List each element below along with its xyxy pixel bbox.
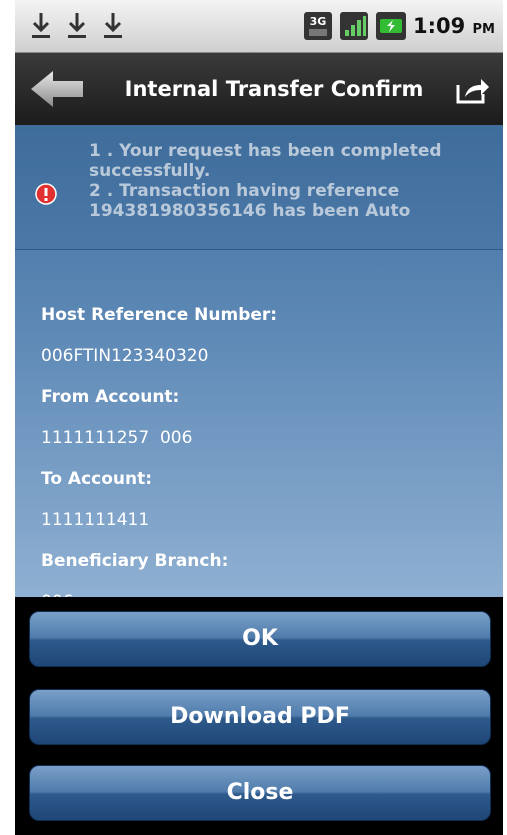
page-title: Internal Transfer Confirm [124, 77, 424, 101]
to-account-value: 1111111411 [41, 510, 150, 530]
share-icon[interactable] [455, 75, 491, 105]
action-buttons: OK Download PDF Close [15, 597, 503, 835]
beneficiary-branch-value: 006 [41, 582, 481, 597]
title-bar: Internal Transfer Confirm [15, 53, 503, 125]
transfer-details: Host Reference Number: 006FTIN123340320 … [41, 295, 481, 597]
alert-icon [35, 183, 57, 205]
ok-button[interactable]: OK [29, 611, 491, 667]
phone-screen: 3G 1:09 PM Internal Transfer Confirm 1 .… [15, 0, 503, 835]
host-reference-value: 006FTIN123340320 [41, 346, 209, 366]
message-list: 1 . Your request has been completed succ… [89, 141, 489, 221]
download-icon [68, 13, 86, 38]
signal-icon [339, 12, 368, 40]
clock: 1:09 PM [413, 14, 495, 38]
clock-ampm: PM [472, 22, 495, 37]
download-pdf-button[interactable]: Download PDF [29, 689, 491, 745]
message-box: 1 . Your request has been completed succ… [15, 125, 503, 250]
close-button[interactable]: Close [29, 765, 491, 821]
download-icon [104, 13, 122, 38]
network-badge-label: 3G [310, 15, 327, 28]
battery-icon [375, 12, 406, 40]
beneficiary-branch-label: Beneficiary Branch: [41, 551, 229, 571]
host-reference-label: Host Reference Number: [41, 305, 278, 325]
clock-time: 1:09 [412, 14, 466, 38]
message-line: 2 . Transaction having reference 1943819… [89, 181, 411, 221]
status-bar: 3G 1:09 PM [15, 0, 503, 53]
from-account-label: From Account: [41, 387, 180, 407]
network-3g-icon: 3G [303, 12, 332, 40]
from-account-value: 1111111257 006 [41, 428, 193, 448]
to-account-label: To Account: [41, 469, 153, 489]
message-line: 1 . Your request has been completed succ… [89, 141, 442, 181]
download-icon [32, 13, 50, 38]
confirmation-content: 1 . Your request has been completed succ… [15, 125, 503, 597]
status-indicators: 3G 1:09 PM [303, 10, 495, 42]
